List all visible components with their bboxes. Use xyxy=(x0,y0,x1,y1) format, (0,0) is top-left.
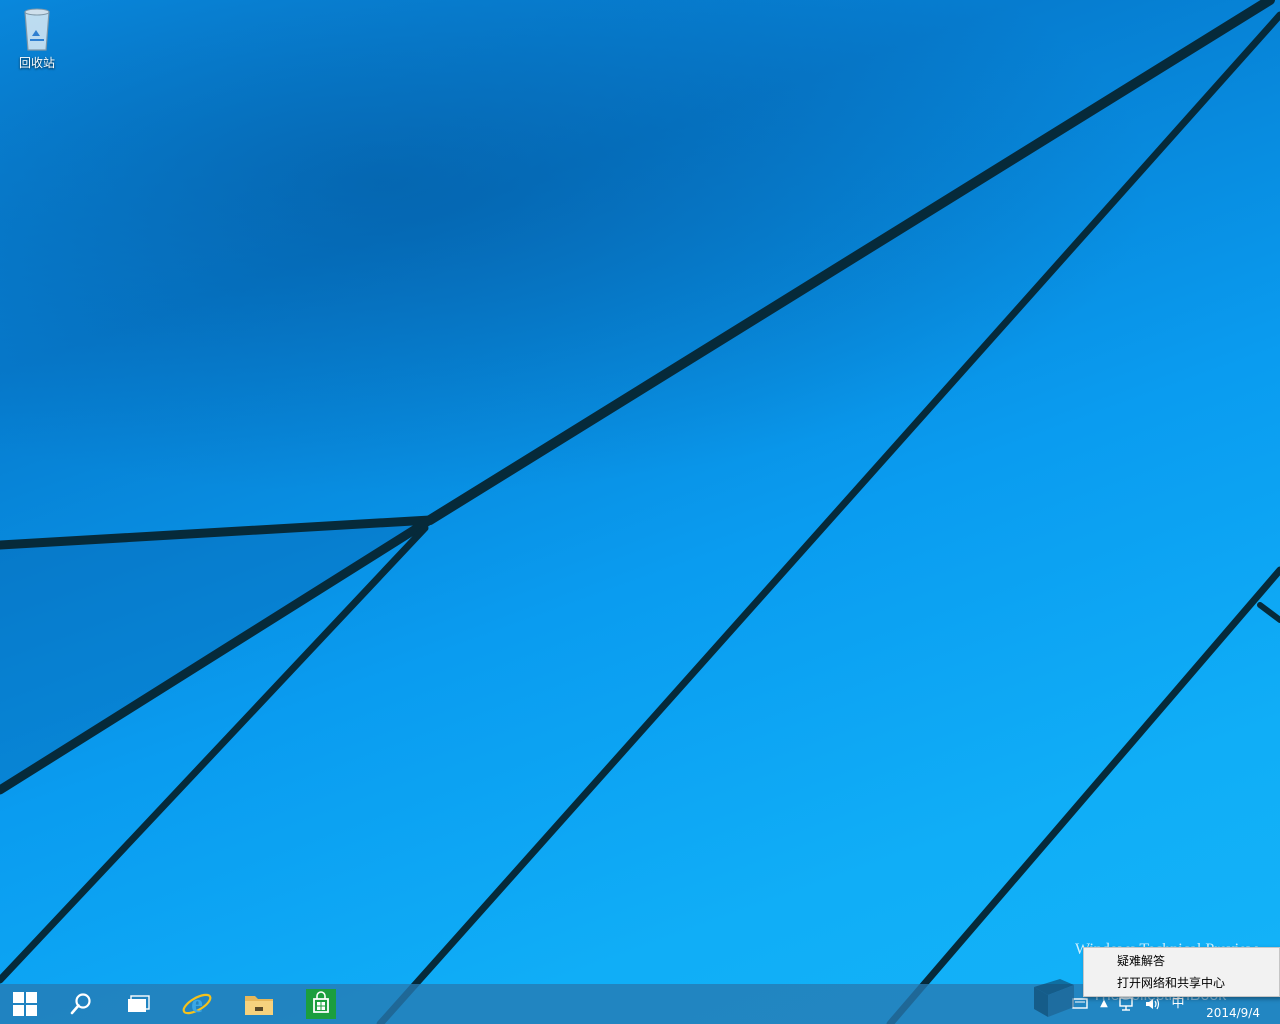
task-view-icon xyxy=(128,995,150,1012)
menu-item-troubleshoot[interactable]: 疑难解答 xyxy=(1084,950,1279,972)
windows-logo-icon xyxy=(13,992,37,1016)
menu-item-open-network-center[interactable]: 打开网络和共享中心 xyxy=(1084,972,1279,994)
task-view-button[interactable] xyxy=(110,984,168,1024)
store-icon xyxy=(306,989,336,1019)
file-explorer-button[interactable] xyxy=(230,984,288,1024)
internet-explorer-icon: e xyxy=(182,989,212,1018)
clock-date[interactable]: 2014/9/4 xyxy=(1206,1006,1260,1020)
recycle-bin-label: 回收站 xyxy=(18,56,55,70)
folder-icon xyxy=(245,996,273,1015)
search-icon xyxy=(70,993,91,1015)
svg-text:e: e xyxy=(191,989,203,1018)
internet-explorer-button[interactable]: e xyxy=(168,984,226,1024)
book-logo-icon xyxy=(1034,979,1074,1017)
store-button[interactable] xyxy=(292,984,350,1024)
search-button[interactable] xyxy=(52,984,110,1024)
network-context-menu: 疑难解答 打开网络和共享中心 xyxy=(1083,947,1280,997)
start-button[interactable] xyxy=(0,984,50,1024)
wallpaper-lines xyxy=(0,0,1280,1024)
recycle-bin-icon xyxy=(24,8,50,51)
recycle-bin-shortcut[interactable]: 回收站 xyxy=(8,6,66,71)
desktop: 回收站 Windows Technical Preview xyxy=(0,0,1280,1024)
